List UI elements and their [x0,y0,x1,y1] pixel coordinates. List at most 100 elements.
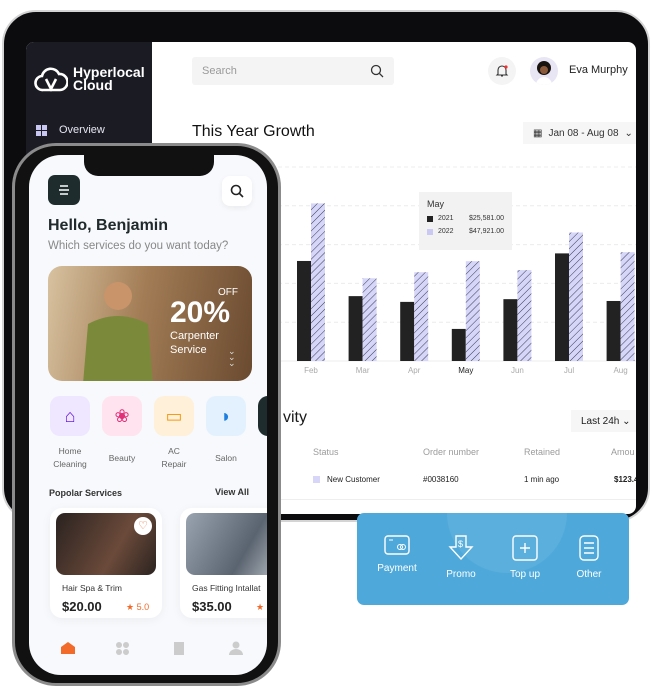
category-button[interactable]: ⌂ [50,396,90,436]
greeting: Hello, Benjamin [48,217,169,234]
service-card[interactable]: ♡ Hair Spa & Trim $20.00 ★ 5.0 [50,508,162,618]
activity-filter[interactable]: Last 24h ⌄ [571,410,636,432]
status-text: New Customer [327,475,380,484]
bar-2022-Jul[interactable] [569,232,583,361]
tooltip-value: $47,921.00 [468,228,504,235]
tooltip-year: 2021 [438,215,454,222]
quick-actions-panel: Payment $ Promo Top up Other [357,513,629,605]
bar-2021-Mar[interactable] [348,296,363,361]
tooltip-year: 2022 [438,228,454,235]
service-rating: ★ [256,602,265,612]
search-icon [230,184,244,198]
category-icon: ◗ [220,405,232,426]
heart-icon[interactable]: ♡ [134,517,152,535]
phone-frame: Hello, Benjamin Which services do you wa… [12,143,281,686]
category-icon: ⌂ [64,405,76,426]
column-header: Status [313,447,339,457]
document-icon [579,535,599,561]
bar-2021-May[interactable] [451,328,466,361]
tab-home-icon[interactable] [59,641,77,655]
activity-filter-label: Last 24h [581,416,620,427]
service-name: Gas Fitting Intallat [192,583,261,593]
month-label: May [458,366,474,375]
category-label: Home Cleaning [53,446,87,469]
banner-percent: 20% [170,296,231,329]
month-label: Mar [355,366,370,375]
bar-2021-Jun[interactable] [503,299,518,361]
row-divider [276,499,636,500]
column-header: Order number [423,447,480,457]
other-button[interactable]: Other [559,535,619,580]
svg-text:$: $ [458,539,463,549]
tab-profile-icon[interactable] [227,641,245,655]
category-button[interactable]: ❀ [102,396,142,436]
promo-banner[interactable]: OFF 20% Carpenter Service ⌄ ⌄ ⌄ [48,266,252,381]
month-label: Apr [407,366,421,375]
mobile-screen: Hello, Benjamin Which services do you wa… [29,155,267,675]
tab-categories-icon[interactable] [114,641,132,655]
category-label: El [252,452,267,465]
category-label: Beauty [108,453,136,463]
bar-2022-Apr[interactable] [414,272,429,361]
bar-2021-Feb[interactable] [297,260,311,361]
promo-button[interactable]: $ Promo [431,535,491,580]
bar-2022-Mar[interactable] [362,278,377,361]
dollar-arrow-icon: $ [448,535,474,561]
service-price: $20.00 [62,599,102,614]
tooltip-value: $25,581.00 [468,215,504,222]
menu-button[interactable] [48,175,80,205]
category-label: AC Repair [161,446,187,469]
card-icon [384,535,410,555]
banner-line1: Carpenter [170,330,219,342]
chevron-down-icon: ⌄ [622,416,631,427]
banner-line2: Service [170,344,207,356]
tab-orders-icon[interactable] [171,641,189,655]
category-label: Salon [215,453,237,463]
tooltip-row: 2021 $25,581.00 [427,215,504,222]
chevrons-down-icon: ⌄ ⌄ ⌄ [228,346,236,368]
service-name: Hair Spa & Trim [62,583,122,593]
retained: 1 min ago [524,475,560,484]
promo-label: Promo [446,569,476,580]
column-header: Amou [611,447,635,457]
payment-label: Payment [377,563,417,574]
bar-2021-Jul[interactable] [555,253,569,361]
table-row-status: New Customer [313,475,380,484]
order-number[interactable]: #0038160 [423,475,459,484]
activity-title: vity [283,409,307,426]
month-label: Aug [613,366,628,375]
month-label: Jun [510,366,524,375]
bar-2022-Feb[interactable] [311,203,325,361]
category-button[interactable]: ◗ [206,396,246,436]
month-label: Jul [563,366,575,375]
bar-2022-Jun[interactable] [517,270,532,361]
bar-2022-Aug[interactable] [620,252,635,361]
bar-2021-Apr[interactable] [400,301,415,361]
month-label: Feb [304,366,318,375]
bar-2021-Aug[interactable] [606,300,621,361]
tooltip-row: 2022 $47,921.00 [427,228,504,235]
service-image [186,513,267,575]
service-rating: ★ 5.0 [126,602,150,612]
carpenter-image [83,282,153,381]
other-label: Other [576,569,602,580]
mobile-search-button[interactable] [222,176,252,206]
column-header: Retained [524,447,561,457]
amount: $123.4 [614,475,636,484]
view-all-link[interactable]: View All [215,487,249,497]
topup-label: Top up [509,569,541,580]
category-icon: ▭ [165,405,183,426]
phone-notch [84,155,214,176]
category-button[interactable]: ▭ [154,396,194,436]
menu-icon [59,185,69,195]
service-price: $35.00 [192,599,232,614]
tooltip-month: May [427,199,445,209]
payment-button[interactable]: Payment [367,535,427,574]
bar-2022-May[interactable] [465,261,480,361]
category-button[interactable]: ● [258,396,267,436]
category-icon: ❀ [114,405,130,426]
service-card[interactable]: Gas Fitting Intallat $35.00 ★ [180,508,267,618]
topup-button[interactable]: Top up [495,535,555,580]
greeting-subtitle: Which services do you want today? [48,240,229,252]
popular-services-title: Popolar Services [49,488,123,498]
